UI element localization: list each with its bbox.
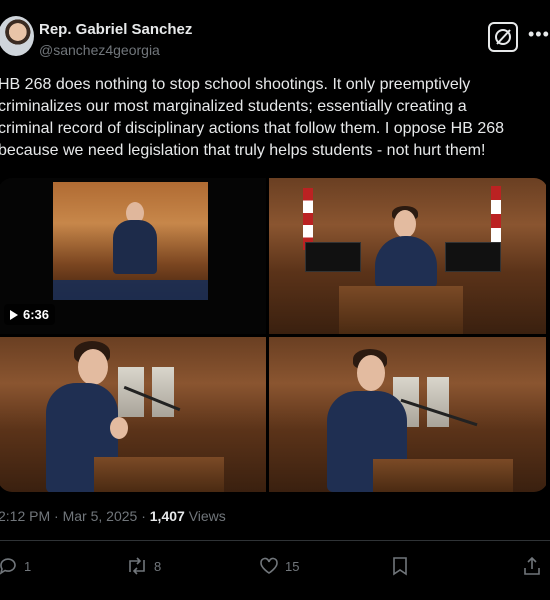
window [152, 367, 174, 417]
video-caption-bar [53, 280, 208, 300]
speaker-hand [110, 417, 128, 439]
like-button[interactable]: 15 [259, 556, 299, 576]
flag [303, 188, 313, 250]
post-date[interactable]: Mar 5, 2025 [63, 508, 138, 524]
repost-count: 8 [154, 558, 162, 574]
post-meta: 2:12 PM · Mar 5, 2025 · 1,407 Views [0, 508, 226, 524]
author-avatar[interactable] [0, 16, 34, 56]
share-icon [524, 556, 540, 575]
repost-button[interactable]: 8 [126, 556, 161, 576]
video-frame [53, 182, 208, 300]
play-icon [10, 309, 18, 320]
video-duration-badge: 6:36 [4, 304, 56, 325]
podium [94, 457, 224, 492]
more-options-icon[interactable]: ••• [528, 24, 550, 45]
photo-podium-speaker[interactable] [269, 178, 546, 334]
meta-separator: · [54, 508, 59, 524]
speaker-body [113, 220, 157, 274]
post-text: HB 268 does nothing to stop school shoot… [0, 74, 550, 162]
video-duration: 6:36 [23, 307, 50, 322]
heart-icon [260, 557, 278, 574]
podium [373, 459, 513, 492]
reply-icon [0, 558, 16, 575]
divider [0, 540, 550, 541]
post-text-line: criminalizes our most marginalized stude… [0, 98, 467, 115]
photo-speaker-at-mic[interactable] [269, 337, 546, 492]
window [427, 377, 449, 427]
post-text-line: criminal record of disciplinary actions … [0, 120, 505, 137]
speaker-head [78, 349, 108, 385]
podium [339, 286, 463, 334]
video-thumbnail[interactable]: 6:36 [0, 178, 266, 334]
bookmark-button[interactable] [391, 556, 409, 576]
media-grid: 6:36 [0, 178, 548, 492]
like-count: 15 [285, 558, 300, 574]
speaker-head [394, 210, 416, 238]
post-text-line: HB 268 does nothing to stop school shoot… [0, 76, 471, 93]
grok-icon[interactable] [488, 22, 518, 52]
reply-button[interactable]: 1 [0, 556, 31, 576]
speaker-body [375, 236, 437, 288]
repost-icon [129, 557, 145, 575]
bookmark-icon [393, 557, 407, 576]
grok-glyph [495, 29, 511, 45]
meta-separator: · [141, 508, 146, 524]
post-text-line: because we need legislation that truly h… [0, 142, 486, 159]
author-handle[interactable]: @sanchez4georgia [39, 42, 160, 58]
author-name[interactable]: Rep. Gabriel Sanchez [39, 21, 192, 38]
reply-count: 1 [24, 558, 32, 574]
monitor [445, 242, 501, 272]
views-label: Views [188, 508, 226, 524]
photo-speaker-gesturing[interactable] [0, 337, 266, 492]
share-button[interactable] [522, 556, 542, 576]
post-time[interactable]: 2:12 PM [0, 508, 50, 524]
speaker-head [357, 355, 385, 391]
views-count: 1,407 [149, 508, 185, 524]
monitor [305, 242, 361, 272]
